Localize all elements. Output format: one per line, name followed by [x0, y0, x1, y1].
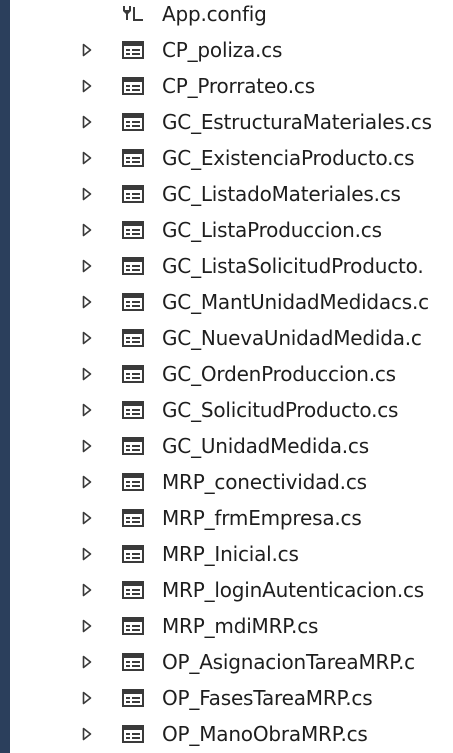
tree-item-label: GC_ListaProduccion.cs [162, 218, 382, 242]
form-file-icon [122, 725, 144, 743]
expand-triangle-icon[interactable] [82, 330, 92, 345]
expand-triangle-icon[interactable] [82, 690, 92, 705]
tree-item-label: GC_SolicitudProducto.cs [162, 398, 399, 422]
expand-triangle-icon[interactable] [82, 510, 92, 525]
tree-item-file[interactable]: GC_ExistenciaProducto.cs [0, 140, 453, 176]
expand-triangle-icon[interactable] [82, 78, 92, 93]
tree-item-label: CP_poliza.cs [162, 38, 283, 62]
config-file-icon [120, 4, 144, 24]
expand-triangle-icon[interactable] [82, 114, 92, 129]
form-file-icon [122, 617, 144, 635]
expand-triangle-icon[interactable] [82, 582, 92, 597]
tree-item-file[interactable]: MRP_frmEmpresa.cs [0, 500, 453, 536]
form-file-icon [122, 257, 144, 275]
tree-item-file[interactable]: MRP_conectividad.cs [0, 464, 453, 500]
tree-item-label: GC_ExistenciaProducto.cs [162, 146, 415, 170]
tree-item-file[interactable]: OP_AsignacionTareaMRP.c [0, 644, 453, 680]
expand-triangle-icon[interactable] [82, 186, 92, 201]
tree-item-file[interactable]: GC_ListaProduccion.cs [0, 212, 453, 248]
tree-item-label: GC_NuevaUnidadMedida.c [162, 326, 422, 350]
form-file-icon [122, 185, 144, 203]
form-file-icon [122, 545, 144, 563]
tree-item-label: MRP_frmEmpresa.cs [162, 506, 362, 530]
tree-item-file[interactable]: GC_OrdenProduccion.cs [0, 356, 453, 392]
tree-item-label: GC_EstructuraMateriales.cs [162, 110, 432, 134]
tree-item-file[interactable]: GC_EstructuraMateriales.cs [0, 104, 453, 140]
form-file-icon [122, 149, 144, 167]
solution-explorer-panel: App.config CP_poliza.cs CP_Prorrateo.cs GC… [0, 0, 453, 753]
tree-item-label: OP_FasesTareaMRP.cs [162, 686, 373, 710]
tree-item-label: MRP_loginAutenticacion.cs [162, 578, 425, 602]
form-file-icon [122, 581, 144, 599]
tree-item-file[interactable]: MRP_loginAutenticacion.cs [0, 572, 453, 608]
tree-item-label: GC_ListaSolicitudProducto. [162, 254, 424, 278]
tree-item-label: MRP_mdiMRP.cs [162, 614, 319, 638]
tree-item-label: GC_UnidadMedida.cs [162, 434, 369, 458]
tree-item-label: MRP_conectividad.cs [162, 470, 367, 494]
tree-item-file[interactable]: GC_MantUnidadMedidacs.c [0, 284, 453, 320]
expand-triangle-icon[interactable] [82, 222, 92, 237]
tree-item-app-config[interactable]: App.config [0, 0, 453, 32]
tree-item-file[interactable]: GC_NuevaUnidadMedida.c [0, 320, 453, 356]
form-file-icon [122, 509, 144, 527]
form-file-icon [122, 473, 144, 491]
expand-triangle-icon[interactable] [82, 150, 92, 165]
form-file-icon [122, 689, 144, 707]
tree-item-label: GC_MantUnidadMedidacs.c [162, 290, 429, 314]
form-file-icon [122, 401, 144, 419]
form-file-icon [122, 329, 144, 347]
form-file-icon [122, 221, 144, 239]
form-file-icon [122, 653, 144, 671]
form-file-icon [122, 293, 144, 311]
tree-item-file[interactable]: GC_ListaSolicitudProducto. [0, 248, 453, 284]
tree-item-file[interactable]: MRP_Inicial.cs [0, 536, 453, 572]
tree-item-file[interactable]: MRP_mdiMRP.cs [0, 608, 453, 644]
tree-item-label: CP_Prorrateo.cs [162, 74, 315, 98]
tree-item-label: OP_AsignacionTareaMRP.c [162, 650, 415, 674]
expand-triangle-icon[interactable] [82, 366, 92, 381]
expand-triangle-icon[interactable] [82, 546, 92, 561]
file-tree: App.config CP_poliza.cs CP_Prorrateo.cs GC… [0, 0, 453, 752]
tree-item-file[interactable]: GC_SolicitudProducto.cs [0, 392, 453, 428]
form-file-icon [122, 77, 144, 95]
tree-item-file[interactable]: GC_ListadoMateriales.cs [0, 176, 453, 212]
expand-triangle-icon[interactable] [82, 438, 92, 453]
expand-triangle-icon[interactable] [82, 474, 92, 489]
form-file-icon [122, 113, 144, 131]
tree-item-file[interactable]: GC_UnidadMedida.cs [0, 428, 453, 464]
tree-item-label: GC_ListadoMateriales.cs [162, 182, 401, 206]
tree-item-label: MRP_Inicial.cs [162, 542, 299, 566]
form-file-icon [122, 437, 144, 455]
expand-triangle-icon[interactable] [82, 618, 92, 633]
tree-item-file[interactable]: CP_Prorrateo.cs [0, 68, 453, 104]
expand-triangle-icon[interactable] [82, 42, 92, 57]
form-file-icon [122, 365, 144, 383]
form-file-icon [122, 41, 144, 59]
tree-item-label: GC_OrdenProduccion.cs [162, 362, 396, 386]
expand-triangle-icon[interactable] [82, 654, 92, 669]
tree-item-file[interactable]: CP_poliza.cs [0, 32, 453, 68]
tree-item-label: OP_ManoObraMRP.cs [162, 722, 368, 746]
expand-triangle-icon[interactable] [82, 726, 92, 741]
tree-item-label: App.config [162, 2, 267, 26]
expand-triangle-icon[interactable] [82, 294, 92, 309]
tree-item-file[interactable]: OP_ManoObraMRP.cs [0, 716, 453, 752]
expand-triangle-icon[interactable] [82, 402, 92, 417]
expand-triangle-icon[interactable] [82, 258, 92, 273]
tree-item-file[interactable]: OP_FasesTareaMRP.cs [0, 680, 453, 716]
